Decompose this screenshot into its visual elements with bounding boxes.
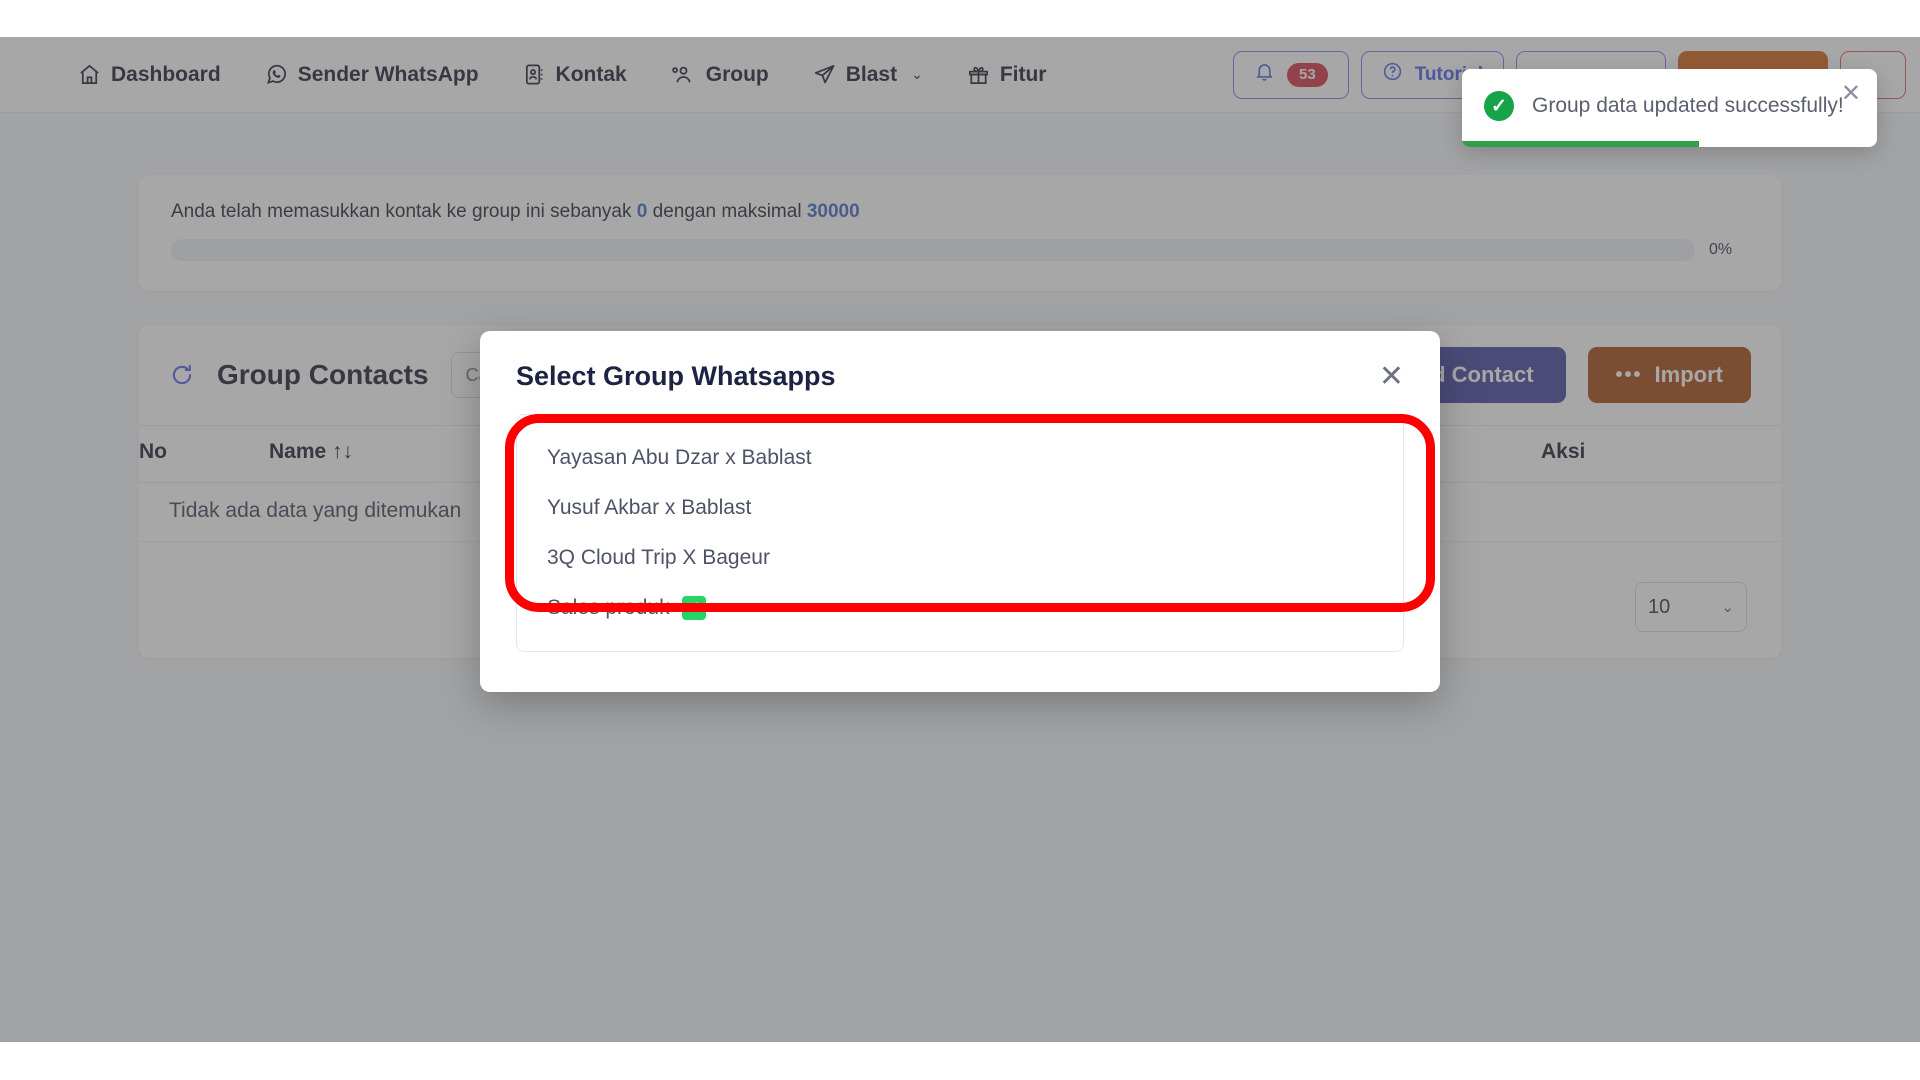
modal-title: Select Group Whatsapps [516, 361, 836, 391]
close-icon[interactable]: ✕ [1379, 361, 1404, 392]
group-name: Yayasan Abu Dzar x Bablast [547, 446, 812, 469]
check-circle-icon: ✓ [1484, 91, 1514, 121]
group-name: Yusuf Akbar x Bablast [547, 496, 752, 519]
toast-close-icon[interactable]: ✕ [1841, 79, 1861, 108]
selected-check-icon: ✓ [681, 596, 706, 620]
list-item[interactable]: 3Q Cloud Trip X Bageur [517, 533, 1403, 583]
modal-body: Yayasan Abu Dzar x Bablast Yusuf Akbar x… [480, 410, 1440, 692]
toast-content: ✓ Group data updated successfully! [1462, 69, 1877, 121]
list-item[interactable]: Yayasan Abu Dzar x Bablast [517, 433, 1403, 483]
group-list: Yayasan Abu Dzar x Bablast Yusuf Akbar x… [516, 414, 1404, 652]
toast-notification: ✓ Group data updated successfully! ✕ [1462, 69, 1877, 147]
group-name: 3Q Cloud Trip X Bageur [547, 546, 770, 569]
toast-message: Group data updated successfully! [1532, 94, 1844, 117]
list-item[interactable]: Yusuf Akbar x Bablast [517, 483, 1403, 533]
list-item[interactable]: Sales produk ✓ [517, 583, 1403, 633]
group-name: Sales produk [547, 596, 670, 619]
select-group-modal: Select Group Whatsapps ✕ Yayasan Abu Dza… [480, 331, 1440, 692]
modal-header: Select Group Whatsapps ✕ [480, 331, 1440, 410]
toast-progress-bar [1462, 141, 1699, 147]
